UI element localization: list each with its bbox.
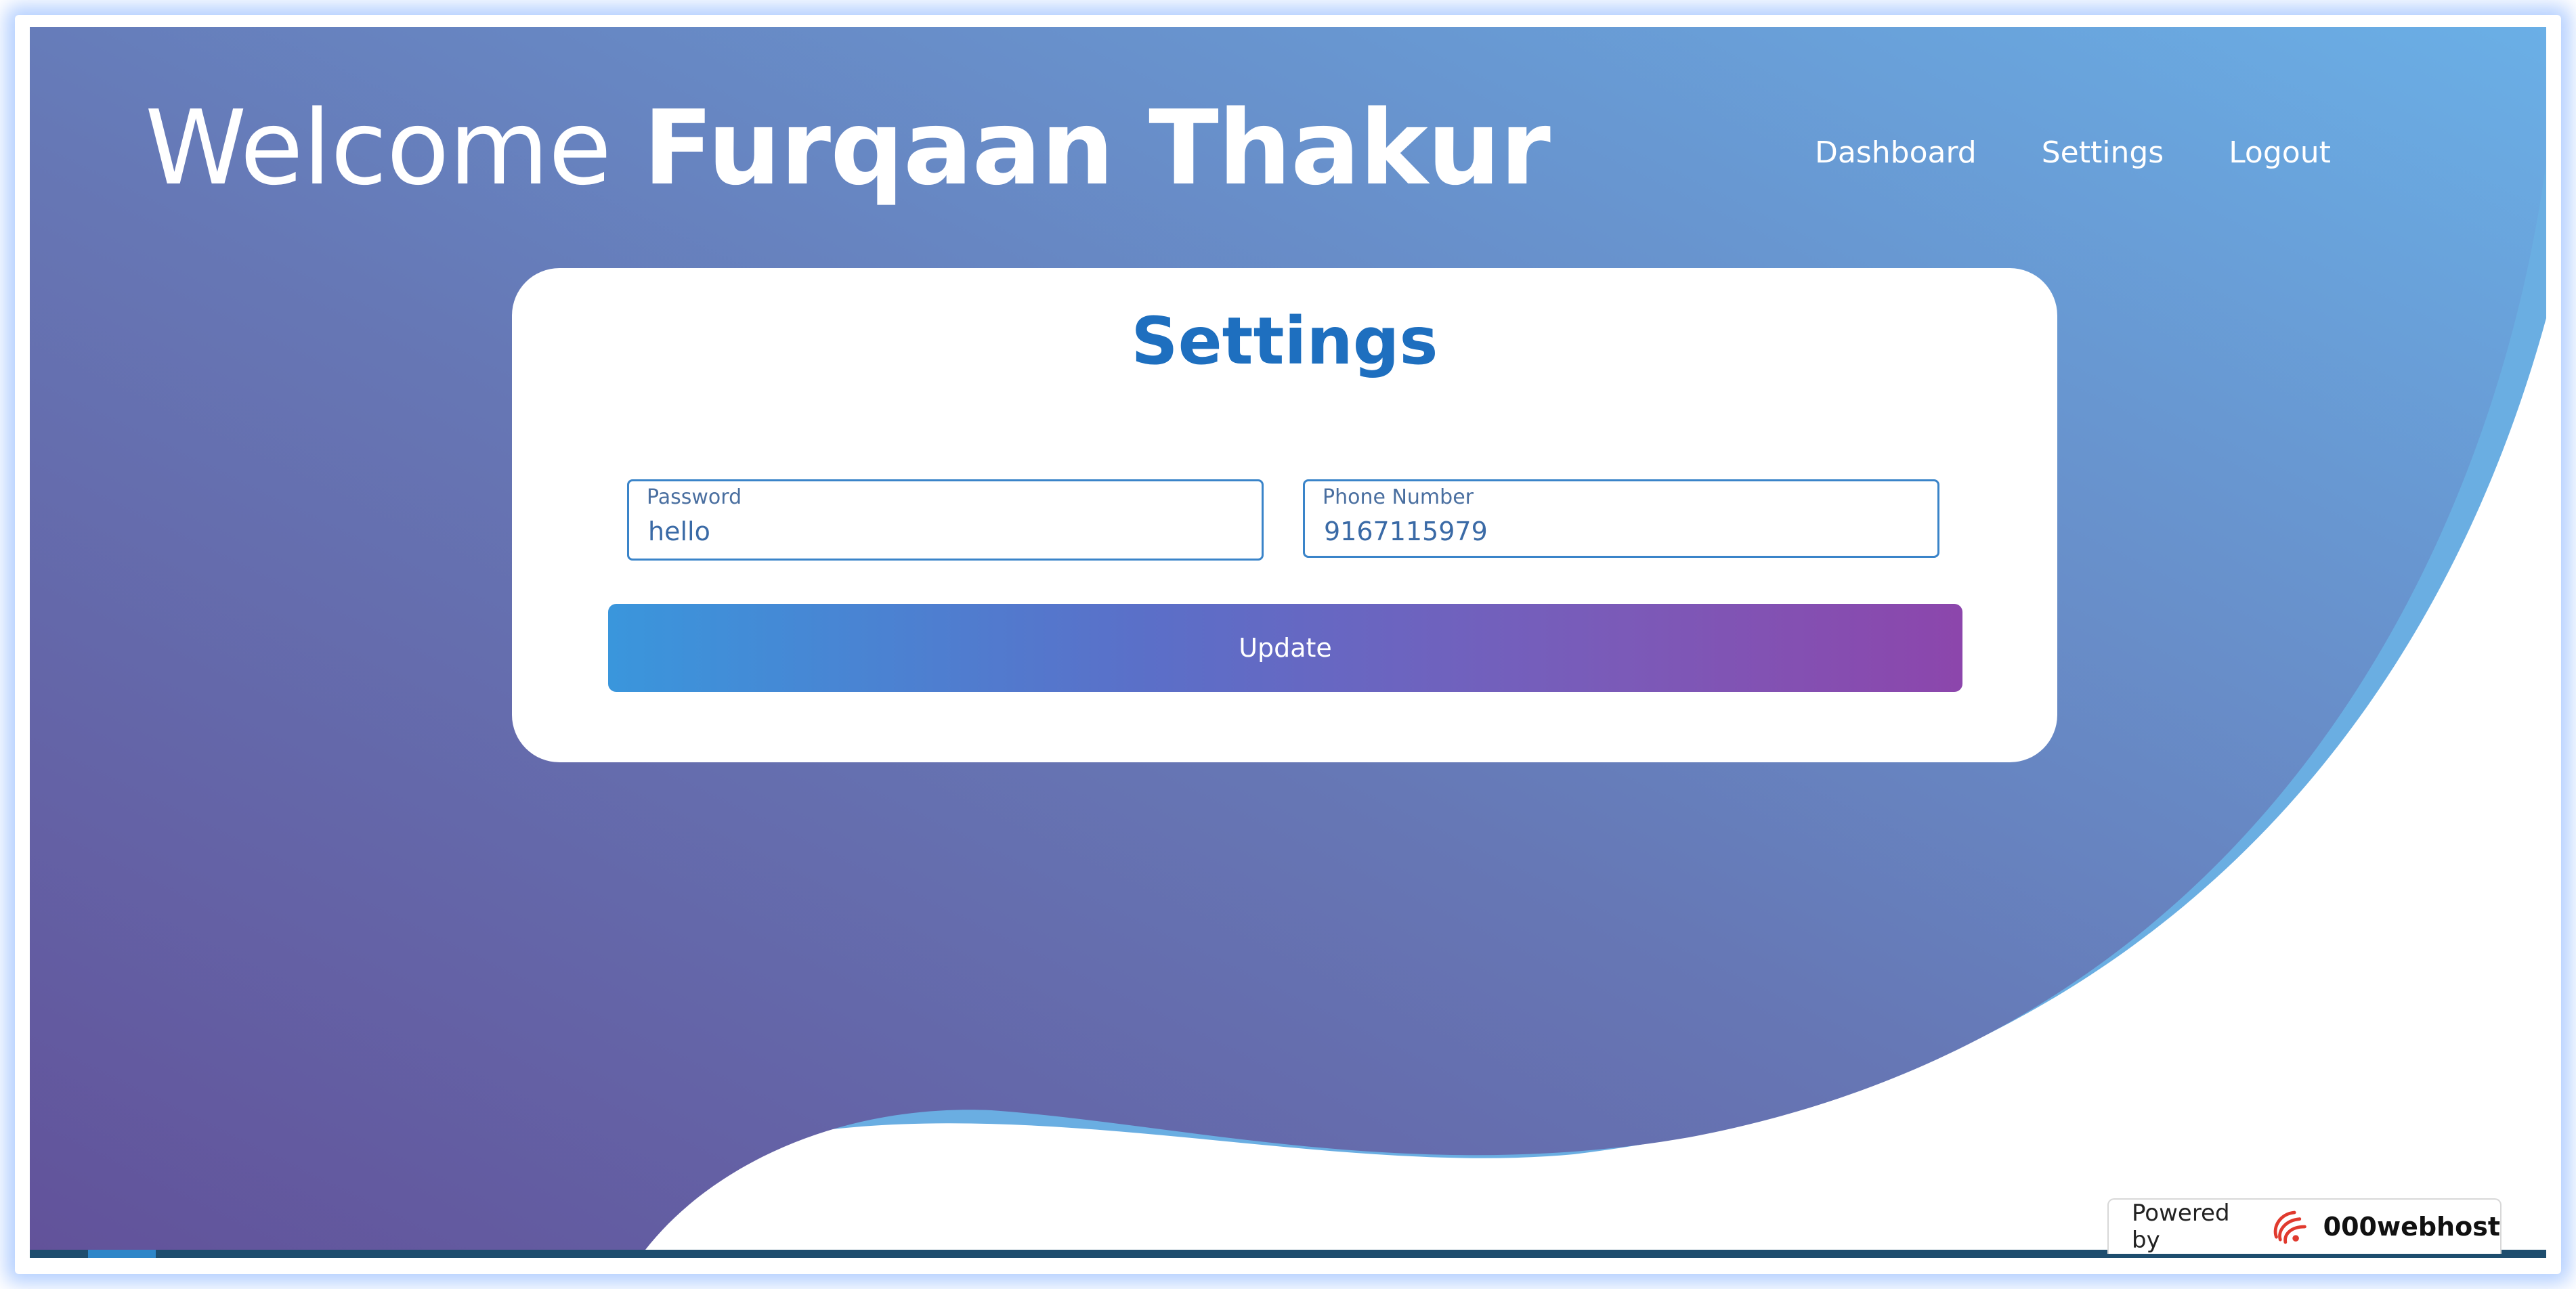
top-nav: Dashboard Settings Logout [1815,135,2331,170]
000webhost-logo-icon [2273,1210,2306,1244]
settings-card: Settings Password Phone Number Update [512,268,2057,762]
powered-by-text: Powered by [2132,1200,2230,1254]
screenshot-frame: Welcome Furqaan Thakur Dashboard Setting… [0,0,2576,1289]
welcome-word: Welcome [145,88,611,208]
nav-dashboard-link[interactable]: Dashboard [1815,135,1977,170]
powered-by-badge[interactable]: Powered by 000webhost [2107,1198,2502,1254]
password-label: Password [647,485,742,509]
nav-logout-link[interactable]: Logout [2229,135,2331,170]
nav-settings-link[interactable]: Settings [2042,135,2164,170]
settings-title: Settings [1131,303,1438,379]
phone-number-input[interactable] [1324,517,1920,546]
000webhost-brand: 000webhost [2323,1212,2500,1242]
user-name: Furqaan Thakur [643,88,1551,208]
phone-number-label: Phone Number [1323,485,1474,509]
update-button[interactable]: Update [608,604,1962,692]
welcome-heading: Welcome Furqaan Thakur [145,88,1551,208]
password-field[interactable]: Password [627,479,1264,561]
scrollbar-thumb[interactable] [88,1250,156,1258]
phone-number-field[interactable]: Phone Number [1303,479,1939,558]
browser-viewport: Welcome Furqaan Thakur Dashboard Setting… [30,27,2546,1258]
password-input[interactable] [648,517,1244,546]
